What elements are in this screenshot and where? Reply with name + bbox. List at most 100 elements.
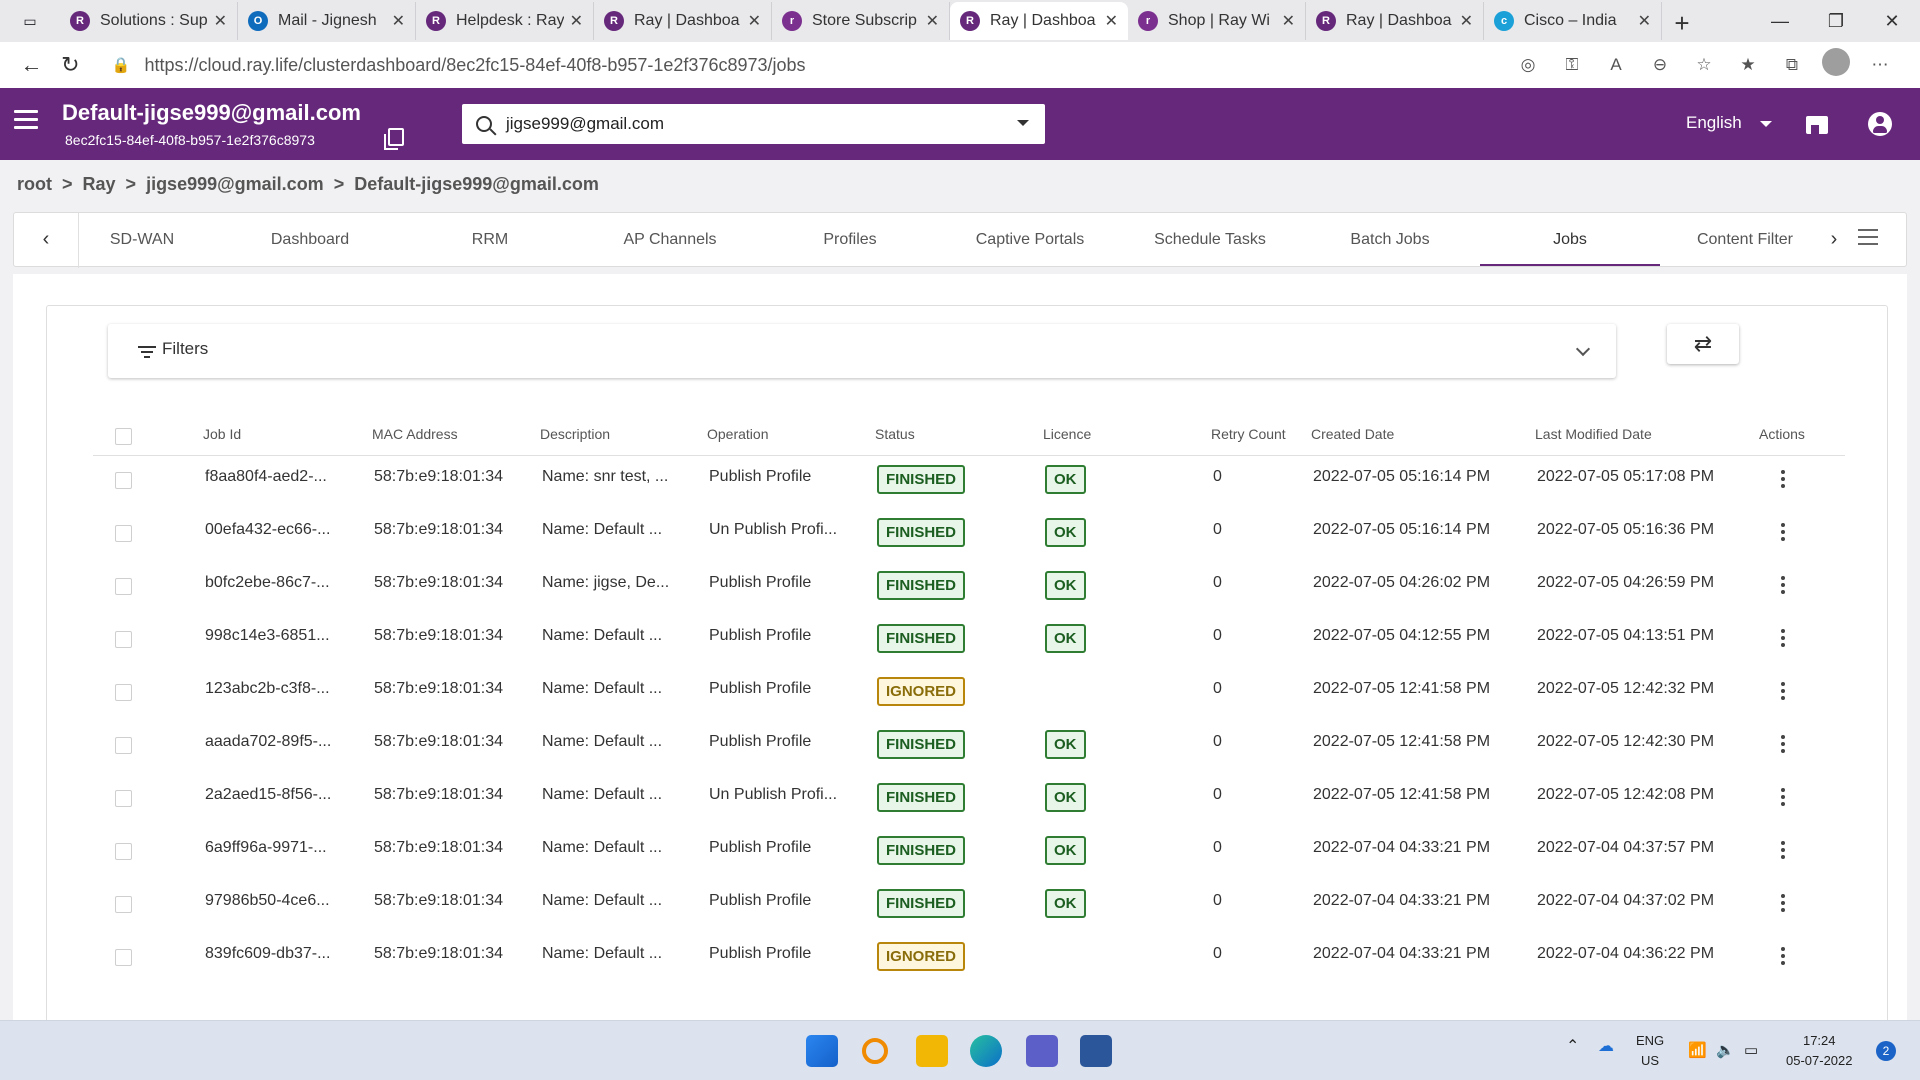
row-checkbox[interactable] (115, 737, 132, 754)
breadcrumb-ray[interactable]: Ray (83, 174, 116, 195)
tab-profiles[interactable]: Profiles (760, 231, 940, 249)
tab-rrm[interactable]: RRM (400, 231, 580, 249)
zoom-icon[interactable]: ⊖ (1640, 48, 1680, 82)
collections-icon[interactable]: ⧉ (1772, 48, 1812, 82)
table-row[interactable]: 839fc609-db37-... 58:7b:e9:18:01:34 Name: … (93, 933, 1845, 986)
edge-browser-icon[interactable] (970, 1035, 1002, 1067)
read-aloud-icon[interactable]: A (1596, 48, 1636, 82)
table-row[interactable]: 123abc2b-c3f8-... 58:7b:e9:18:01:34 Name: … (93, 668, 1845, 721)
row-actions-icon[interactable] (1781, 894, 1785, 915)
account-icon[interactable] (1868, 112, 1892, 136)
close-tab-icon[interactable]: ✕ (1105, 11, 1118, 31)
volume-icon[interactable]: 🔈 (1716, 1041, 1735, 1061)
row-checkbox[interactable] (115, 578, 132, 595)
row-actions-icon[interactable] (1781, 576, 1785, 597)
search-taskbar-icon[interactable] (862, 1038, 888, 1064)
tab-jobs[interactable]: Jobs (1480, 231, 1660, 249)
table-row[interactable]: aaada702-89f5-... 58:7b:e9:18:01:34 Name: … (93, 721, 1845, 774)
store-icon[interactable] (1806, 116, 1828, 134)
browser-tab[interactable]: r Shop | Ray Wi ✕ (1128, 2, 1306, 40)
table-row[interactable]: f8aa80f4-aed2-... 58:7b:e9:18:01:34 Name: … (93, 456, 1845, 509)
row-actions-icon[interactable] (1781, 735, 1785, 756)
clock[interactable]: 17:24 05-07-2022 (1786, 1031, 1853, 1071)
browser-tab[interactable]: c Cisco – India ✕ (1484, 2, 1662, 40)
close-tab-icon[interactable]: ✕ (1638, 11, 1651, 31)
col-last-modified-date[interactable]: Last Modified Date (1535, 426, 1652, 442)
select-all-checkbox[interactable] (115, 428, 132, 445)
col-status[interactable]: Status (875, 426, 915, 442)
tab-dashboard[interactable]: Dashboard (220, 231, 400, 249)
row-actions-icon[interactable] (1781, 470, 1785, 491)
close-tab-icon[interactable]: ✕ (392, 11, 405, 31)
col-created-date[interactable]: Created Date (1311, 426, 1394, 442)
tracking-prevention-icon[interactable]: ◎ (1508, 48, 1548, 82)
row-actions-icon[interactable] (1781, 523, 1785, 544)
tab-ap-channels[interactable]: AP Channels (580, 231, 760, 249)
more-menu-icon[interactable]: ⋯ (1860, 48, 1900, 82)
tab-actions-icon[interactable]: ▭ (0, 0, 60, 42)
notification-badge[interactable]: 2 (1876, 1041, 1896, 1061)
word-icon[interactable] (1080, 1035, 1112, 1067)
col-operation[interactable]: Operation (707, 426, 768, 442)
favorites-icon[interactable]: ★ (1728, 48, 1768, 82)
tab-schedule-tasks[interactable]: Schedule Tasks (1120, 231, 1300, 249)
filters-panel[interactable]: Filters (108, 324, 1616, 378)
org-search-select[interactable]: jigse999@gmail.com (462, 104, 1045, 144)
browser-tab[interactable]: O Mail - Jignesh ✕ (238, 2, 416, 40)
tab-batch-jobs[interactable]: Batch Jobs (1300, 231, 1480, 249)
url-field[interactable]: 🔒 https://cloud.ray.life/clusterdashboar… (112, 48, 1508, 82)
row-actions-icon[interactable] (1781, 682, 1785, 703)
table-row[interactable]: 00efa432-ec66-... 58:7b:e9:18:01:34 Name: … (93, 509, 1845, 562)
row-actions-icon[interactable] (1781, 841, 1785, 862)
browser-tab[interactable]: r Store Subscrip ✕ (772, 2, 950, 40)
col-licence[interactable]: Licence (1043, 426, 1091, 442)
row-checkbox[interactable] (115, 631, 132, 648)
language-select[interactable]: English (1686, 113, 1742, 133)
browser-tab[interactable]: R Ray | Dashboa ✕ (594, 2, 772, 40)
close-tab-icon[interactable]: ✕ (926, 11, 939, 31)
row-checkbox[interactable] (115, 525, 132, 542)
browser-tab[interactable]: R Ray | Dashboa ✕ (1306, 2, 1484, 40)
dropdown-caret-icon[interactable] (1017, 120, 1029, 126)
tray-chevron-icon[interactable]: ⌃ (1566, 1037, 1579, 1057)
language-indicator[interactable]: ENG US (1636, 1031, 1664, 1071)
row-checkbox[interactable] (115, 843, 132, 860)
tabs-scroll-right-icon[interactable]: › (1824, 229, 1844, 249)
teams-icon[interactable] (1026, 1035, 1058, 1067)
table-row[interactable]: 6a9ff96a-9971-... 58:7b:e9:18:01:34 Name: … (93, 827, 1845, 880)
row-checkbox[interactable] (115, 896, 132, 913)
chevron-down-icon[interactable] (1575, 341, 1591, 357)
browser-tab[interactable]: R Helpdesk : Ray ✕ (416, 2, 594, 40)
row-checkbox[interactable] (115, 684, 132, 701)
col-job-id[interactable]: Job Id (203, 426, 241, 442)
table-row[interactable]: b0fc2ebe-86c7-... 58:7b:e9:18:01:34 Name: … (93, 562, 1845, 615)
breadcrumb-org[interactable]: Default-jigse999@gmail.com (354, 174, 599, 195)
windows-start-icon[interactable] (806, 1035, 838, 1067)
close-window-icon[interactable]: ✕ (1864, 0, 1920, 42)
table-row[interactable]: 998c14e3-6851... 58:7b:e9:18:01:34 Name: D… (93, 615, 1845, 668)
close-tab-icon[interactable]: ✕ (1282, 11, 1295, 31)
row-checkbox[interactable] (115, 472, 132, 489)
back-icon[interactable]: ← (12, 42, 51, 88)
language-caret-icon[interactable] (1760, 121, 1772, 127)
close-tab-icon[interactable]: ✕ (748, 11, 761, 31)
profile-avatar[interactable] (1822, 48, 1850, 76)
close-tab-icon[interactable]: ✕ (214, 11, 227, 31)
row-checkbox[interactable] (115, 790, 132, 807)
close-tab-icon[interactable]: ✕ (1460, 11, 1473, 31)
reload-icon[interactable]: ↻ (51, 42, 90, 88)
col-description[interactable]: Description (540, 426, 610, 442)
table-row[interactable]: 2a2aed15-8f56-... 58:7b:e9:18:01:34 Name: … (93, 774, 1845, 827)
table-row[interactable]: 97986b50-4ce6... 58:7b:e9:18:01:34 Name: D… (93, 880, 1845, 933)
close-tab-icon[interactable]: ✕ (570, 11, 583, 31)
file-explorer-icon[interactable] (916, 1035, 948, 1067)
refresh-button[interactable]: ⇄ (1667, 324, 1739, 364)
col-retry-count[interactable]: Retry Count (1211, 426, 1286, 442)
row-actions-icon[interactable] (1781, 788, 1785, 809)
tab-sd-wan[interactable]: SD-WAN (52, 231, 232, 249)
battery-icon[interactable]: ▭ (1744, 1041, 1758, 1061)
add-favorite-icon[interactable]: ☆ (1684, 48, 1724, 82)
row-checkbox[interactable] (115, 949, 132, 966)
restore-icon[interactable]: ❐ (1808, 0, 1864, 42)
breadcrumb-user[interactable]: jigse999@gmail.com (146, 174, 324, 195)
